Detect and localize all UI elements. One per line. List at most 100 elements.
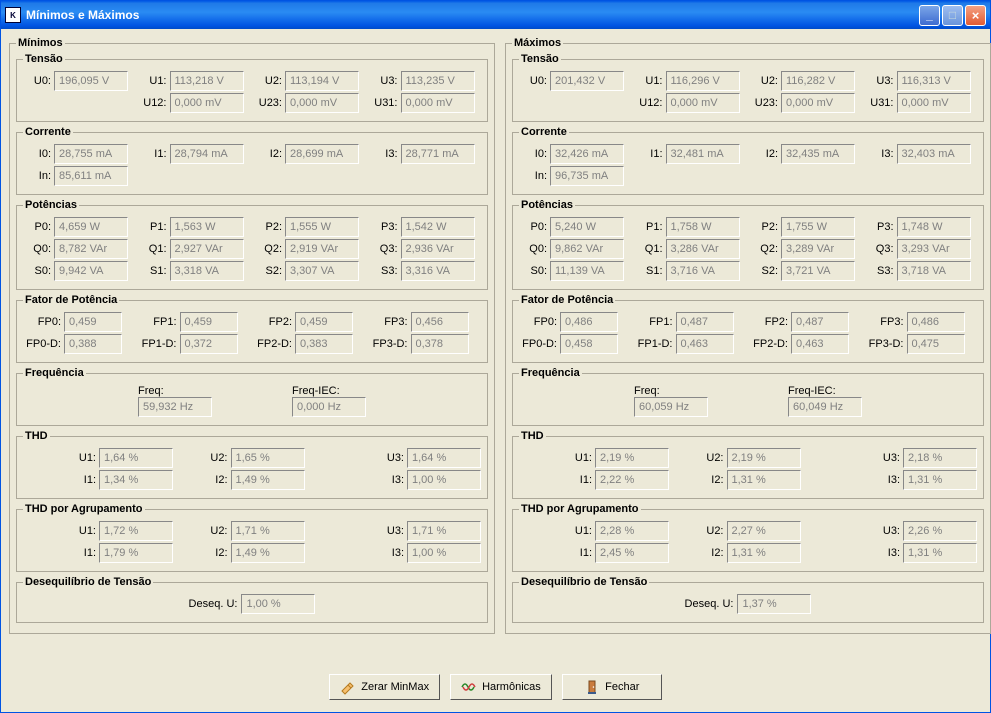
lbl-thda-i2: I2:: [696, 547, 724, 559]
min-i1: 28,794 mA: [170, 144, 244, 164]
lbl-thda-i1: I1:: [68, 547, 96, 559]
lbl-fp2d: FP2-D:: [750, 338, 788, 350]
lbl-thda-u1: U1:: [68, 525, 96, 537]
min-s0: 9,942 VA: [54, 261, 128, 281]
min-i0: 28,755 mA: [54, 144, 128, 164]
max-p2: 1,755 W: [781, 217, 855, 237]
app-icon: K: [5, 7, 21, 23]
lbl-freq: Freq:: [138, 385, 164, 397]
min-thda-i1: 1,79 %: [99, 543, 173, 563]
max-u12: 0,000 mV: [666, 93, 740, 113]
lbl-fp3d: FP3-D:: [370, 338, 408, 350]
lbl-q1: Q1:: [635, 243, 663, 255]
lbl-thd-i2: I2:: [696, 474, 724, 486]
lbl-u12: U12:: [139, 97, 167, 109]
lbl-fp2: FP2:: [254, 316, 292, 328]
max-freq-group: Frequência Freq:60,059 Hz Freq-IEC:60,04…: [512, 367, 984, 426]
lbl-q3: Q3:: [866, 243, 894, 255]
max-thda-u2: 2,27 %: [727, 521, 801, 541]
lbl-q2: Q2:: [254, 243, 282, 255]
lbl-thd-u2: U2:: [696, 452, 724, 464]
max-freq-legend: Frequência: [519, 367, 582, 379]
lbl-i0: I0:: [519, 148, 547, 160]
lbl-p2: P2:: [750, 221, 778, 233]
min-potencias-group: Potências P0:4,659 W P1:1,563 W P2:1,555…: [16, 199, 488, 290]
max-fp2d: 0,463: [791, 334, 849, 354]
min-s1: 3,318 VA: [170, 261, 244, 281]
min-thda-i2: 1,49 %: [231, 543, 305, 563]
wave-icon: [461, 679, 477, 695]
minimos-group: Mínimos Tensão U0:196,095 V U1:113,218 V…: [9, 37, 495, 634]
min-freq-legend: Frequência: [23, 367, 86, 379]
eraser-icon: [340, 679, 356, 695]
button-bar: Zerar MinMax Harmônicas Fechar: [9, 666, 982, 704]
max-p3: 1,748 W: [897, 217, 971, 237]
lbl-thd-u3: U3:: [376, 452, 404, 464]
minimos-legend: Mínimos: [16, 37, 65, 49]
lbl-fp1: FP1:: [635, 316, 673, 328]
maximos-column: Máximos Tensão U0:201,432 V U1:116,296 V…: [505, 37, 991, 666]
lbl-u3: U3:: [866, 75, 894, 87]
lbl-thd-i3: I3:: [872, 474, 900, 486]
lbl-fp0d: FP0-D:: [23, 338, 61, 350]
zerar-minmax-button[interactable]: Zerar MinMax: [329, 674, 440, 700]
lbl-fp1d: FP1-D:: [635, 338, 673, 350]
max-freqiec: 60,049 Hz: [788, 397, 862, 417]
min-deseq-group: Desequilíbrio de Tensão Deseq. U: 1,00 %: [16, 576, 488, 623]
min-tensao-group: Tensão U0:196,095 V U1:113,218 V U2:113,…: [16, 53, 488, 122]
min-fp0d: 0,388: [64, 334, 122, 354]
lbl-u3: U3:: [370, 75, 398, 87]
lbl-s1: S1:: [139, 265, 167, 277]
close-button[interactable]: ×: [965, 5, 986, 26]
lbl-u1: U1:: [139, 75, 167, 87]
max-thda-i1: 2,45 %: [595, 543, 669, 563]
lbl-u23: U23:: [254, 97, 282, 109]
min-fp2d: 0,383: [295, 334, 353, 354]
lbl-thd-i1: I1:: [564, 474, 592, 486]
min-i3: 28,771 mA: [401, 144, 475, 164]
min-thd-i3: 1,00 %: [407, 470, 481, 490]
lbl-thd-i3: I3:: [376, 474, 404, 486]
max-fp3: 0,486: [907, 312, 965, 332]
lbl-u0: U0:: [519, 75, 547, 87]
min-fp3d: 0,378: [411, 334, 469, 354]
lbl-thd-i2: I2:: [200, 474, 228, 486]
fechar-button[interactable]: Fechar: [562, 674, 662, 700]
lbl-i0: I0:: [23, 148, 51, 160]
min-deseq-u: 1,00 %: [241, 594, 315, 614]
min-potencias-legend: Potências: [23, 199, 79, 211]
lbl-fp0d: FP0-D:: [519, 338, 557, 350]
lbl-u2: U2:: [254, 75, 282, 87]
lbl-fp1d: FP1-D:: [139, 338, 177, 350]
max-tensao-legend: Tensão: [519, 53, 561, 65]
max-q2: 3,289 VAr: [781, 239, 855, 259]
lbl-thda-i3: I3:: [872, 547, 900, 559]
min-fp1: 0,459: [180, 312, 238, 332]
max-fp-legend: Fator de Potência: [519, 294, 615, 306]
lbl-freqiec: Freq-IEC:: [788, 385, 836, 397]
max-thda-legend: THD por Agrupamento: [519, 503, 641, 515]
min-thd-i2: 1,49 %: [231, 470, 305, 490]
min-thd-group: THD U1:1,64 % U2:1,65 % U3:1,64 % I1:1,3…: [16, 430, 488, 499]
maximize-button[interactable]: □: [942, 5, 963, 26]
max-q0: 9,862 VAr: [550, 239, 624, 259]
lbl-thda-u2: U2:: [696, 525, 724, 537]
max-u0: 201,432 V: [550, 71, 624, 91]
lbl-freq: Freq:: [634, 385, 660, 397]
lbl-fp3: FP3:: [370, 316, 408, 328]
fechar-label: Fechar: [605, 681, 639, 693]
min-p2: 1,555 W: [285, 217, 359, 237]
max-q3: 3,293 VAr: [897, 239, 971, 259]
lbl-s1: S1:: [635, 265, 663, 277]
min-tensao-legend: Tensão: [23, 53, 65, 65]
lbl-u31: U31:: [866, 97, 894, 109]
min-u3: 113,235 V: [401, 71, 475, 91]
min-fp0: 0,459: [64, 312, 122, 332]
harmonicas-button[interactable]: Harmônicas: [450, 674, 552, 700]
lbl-p0: P0:: [23, 221, 51, 233]
door-icon: [584, 679, 600, 695]
max-u23: 0,000 mV: [781, 93, 855, 113]
minimize-button[interactable]: _: [919, 5, 940, 26]
max-thd-i3: 1,31 %: [903, 470, 977, 490]
min-thda-u1: 1,72 %: [99, 521, 173, 541]
